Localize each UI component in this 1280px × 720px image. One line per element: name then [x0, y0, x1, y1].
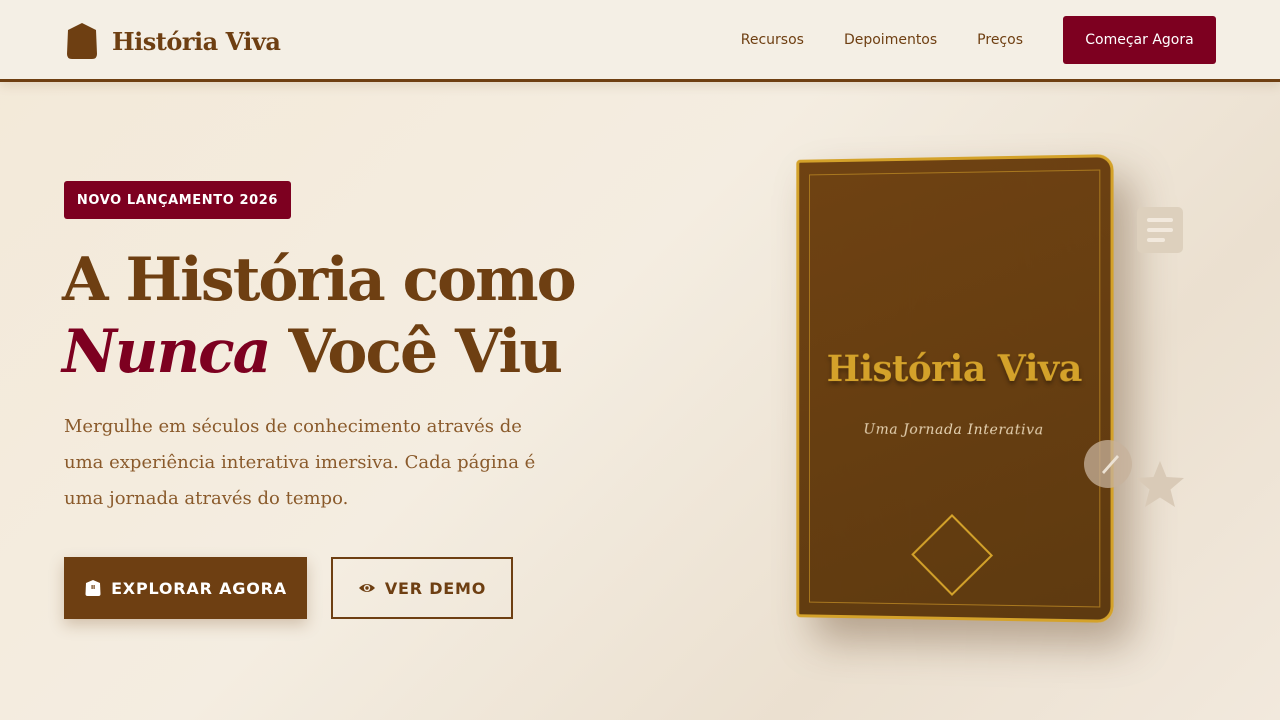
shield-icon — [85, 580, 101, 596]
book-subtitle: Uma Jornada Interativa — [863, 421, 1044, 439]
navbar: História Viva Recursos Depoimentos Preço… — [0, 0, 1280, 82]
headline-accent: Nunca — [62, 317, 271, 387]
explore-now-button[interactable]: EXPLORAR AGORA — [64, 557, 307, 619]
book-cover: História Viva Uma Jornada Interativa — [796, 154, 1114, 623]
nav-menu: Recursos Depoimentos Preços Começar Agor… — [741, 16, 1216, 64]
headline-line-1: A História como — [62, 245, 577, 315]
book-title: História Viva — [826, 347, 1082, 391]
nav-link-recursos[interactable]: Recursos — [741, 16, 804, 64]
explore-now-label: EXPLORAR AGORA — [111, 578, 287, 598]
eye-icon — [358, 584, 375, 592]
document-icon — [1137, 207, 1183, 253]
nav-link-depoimentos[interactable]: Depoimentos — [844, 16, 937, 64]
nav-link-precos[interactable]: Preços — [977, 16, 1023, 64]
hero-headline: A História como Nunca Você Viu — [62, 244, 682, 388]
get-started-button[interactable]: Começar Agora — [1063, 16, 1216, 64]
view-demo-button[interactable]: VER DEMO — [331, 557, 513, 619]
hero-description: Mergulhe em séculos de conhecimento atra… — [64, 416, 536, 509]
shield-icon — [67, 23, 97, 59]
star-icon — [1136, 461, 1184, 507]
brand-logo[interactable]: História Viva — [66, 22, 281, 60]
new-release-badge: NOVO LANÇAMENTO 2026 — [64, 181, 291, 219]
brand-name: História Viva — [112, 26, 281, 56]
quill-icon — [1084, 440, 1132, 488]
view-demo-label: VER DEMO — [384, 578, 487, 598]
headline-line-2: Você Viu — [288, 317, 563, 387]
